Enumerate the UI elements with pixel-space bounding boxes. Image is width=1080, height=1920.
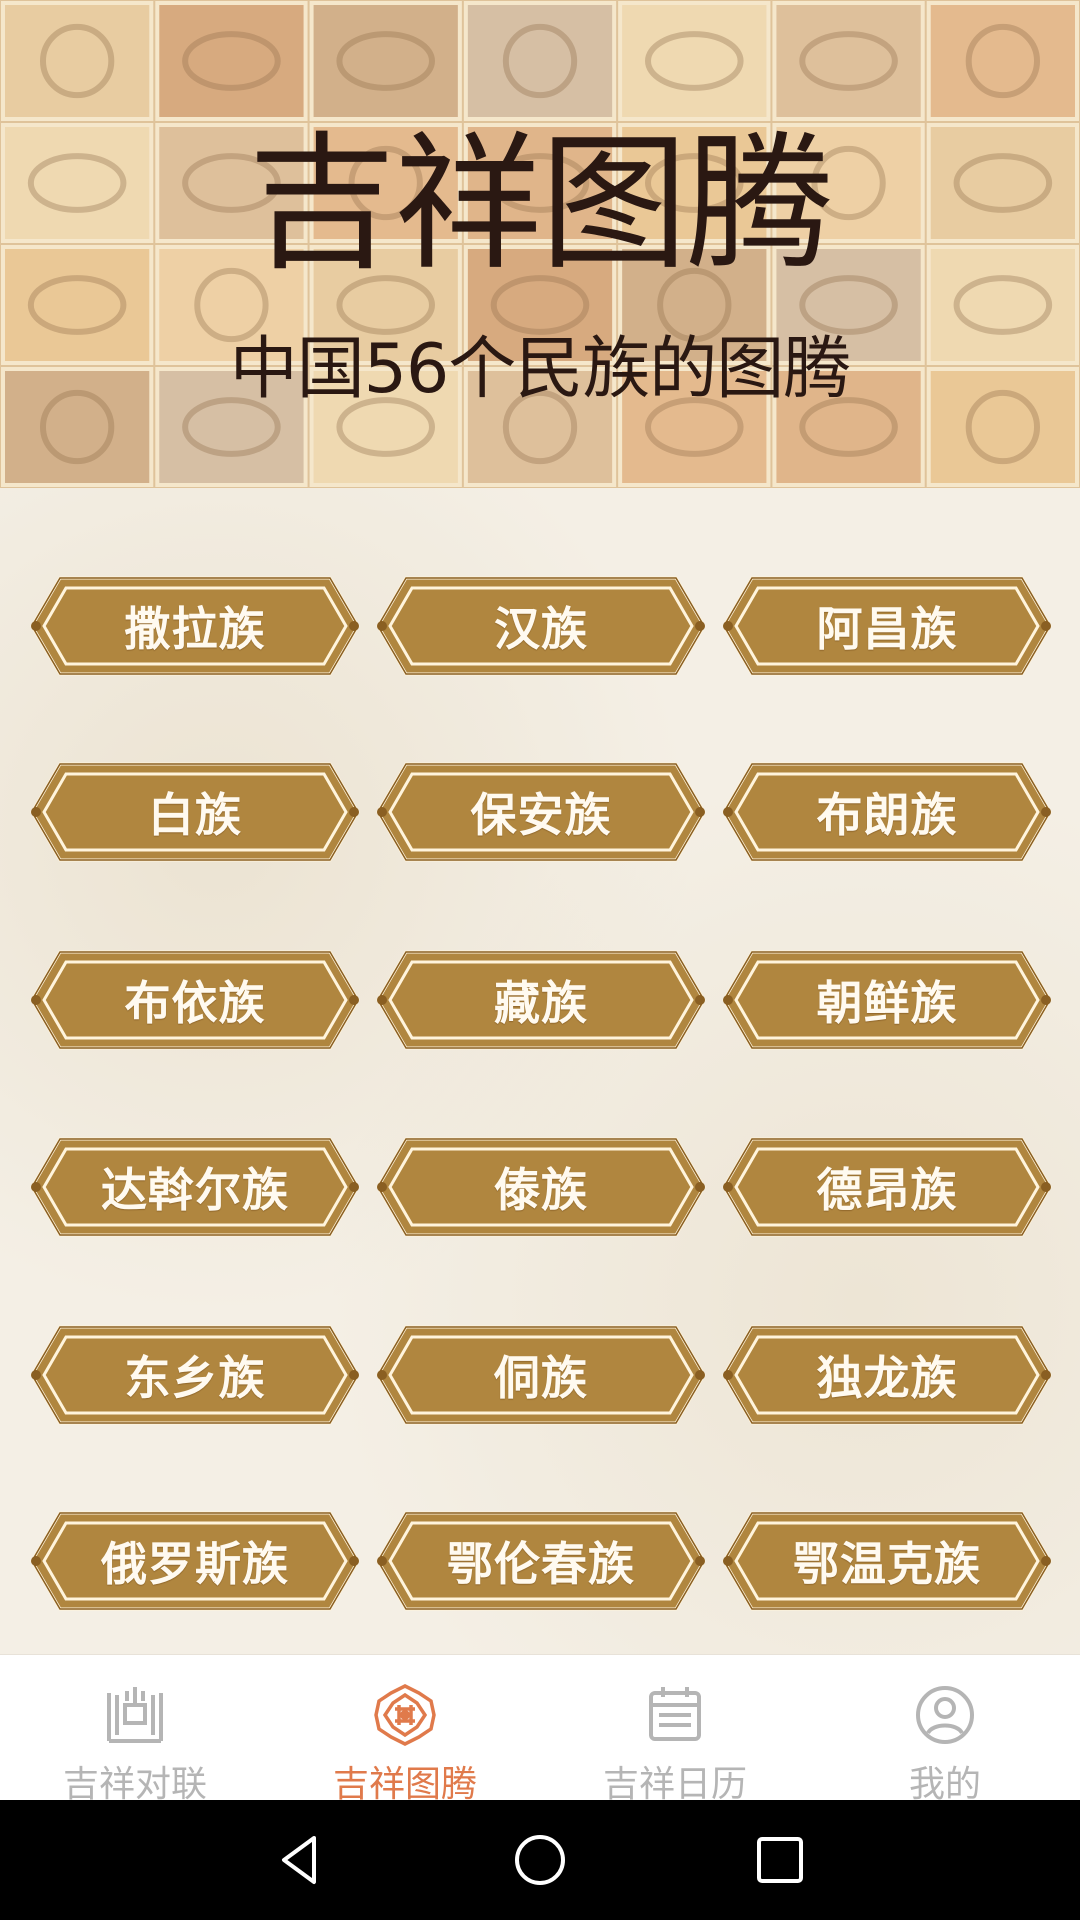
- ethnic-group-grid: 撒拉族 汉族 阿昌族白族 保安族 布朗族布依族 藏族 朝鲜族达斡尔族 傣族 德昂族东乡族 侗族 独龙…: [0, 488, 1080, 1654]
- profile-icon: [916, 1686, 974, 1744]
- ethnic-group-label: 布依族: [124, 976, 266, 1030]
- system-navigation-bar: [0, 1800, 1080, 1920]
- bottom-tab-bar: 吉祥对联 吉祥图腾 吉祥日历 我的: [0, 1654, 1080, 1805]
- ethnic-group-button[interactable]: 独龙族: [722, 1323, 1052, 1427]
- ethnic-group-label: 达斡尔族: [101, 1163, 289, 1217]
- ethnic-group-button[interactable]: 鄂温克族: [722, 1509, 1052, 1613]
- tab-profile[interactable]: 我的: [810, 1655, 1080, 1805]
- ethnic-group-button[interactable]: 保安族: [376, 760, 706, 864]
- tab-calendar[interactable]: 吉祥日历: [540, 1655, 810, 1805]
- ethnic-group-label: 白族: [148, 788, 242, 842]
- tab-totems[interactable]: 吉祥图腾: [270, 1655, 540, 1805]
- ethnic-group-label: 保安族: [470, 788, 612, 842]
- back-triangle-icon[interactable]: [270, 1830, 330, 1890]
- ethnic-group-label: 德昂族: [816, 1163, 958, 1217]
- ethnic-group-button[interactable]: 白族: [30, 760, 360, 864]
- ethnic-group-button[interactable]: 德昂族: [722, 1135, 1052, 1239]
- ethnic-group-button[interactable]: 俄罗斯族: [30, 1509, 360, 1613]
- page-subtitle: 中国56个民族的图腾: [229, 330, 852, 409]
- couplet-gate-icon: [107, 1687, 163, 1743]
- ethnic-group-label: 俄罗斯族: [101, 1537, 289, 1591]
- ethnic-group-label: 藏族: [494, 976, 588, 1030]
- ethnic-group-button[interactable]: 鄂伦春族: [376, 1509, 706, 1613]
- calendar-icon: [649, 1687, 701, 1741]
- home-circle-icon[interactable]: [510, 1830, 570, 1890]
- totem-medallion-icon: [374, 1684, 436, 1746]
- ethnic-group-button[interactable]: 东乡族: [30, 1323, 360, 1427]
- page-title: 吉祥图腾: [248, 118, 834, 290]
- tab-couplets[interactable]: 吉祥对联: [0, 1655, 270, 1805]
- ethnic-group-button[interactable]: 藏族: [376, 948, 706, 1052]
- ethnic-group-label: 东乡族: [124, 1351, 266, 1405]
- ethnic-group-button[interactable]: 朝鲜族: [722, 948, 1052, 1052]
- ethnic-group-button[interactable]: 阿昌族: [722, 574, 1052, 678]
- recents-square-icon[interactable]: [750, 1830, 810, 1890]
- ethnic-group-button[interactable]: 布依族: [30, 948, 360, 1052]
- ethnic-group-label: 朝鲜族: [816, 976, 958, 1030]
- ethnic-group-button[interactable]: 达斡尔族: [30, 1135, 360, 1239]
- ethnic-group-label: 独龙族: [816, 1351, 958, 1405]
- ethnic-group-label: 侗族: [494, 1351, 588, 1405]
- ethnic-group-button[interactable]: 侗族: [376, 1323, 706, 1427]
- header-banner: 吉祥图腾 中国56个民族的图腾: [0, 0, 1080, 488]
- ethnic-group-button[interactable]: 傣族: [376, 1135, 706, 1239]
- ethnic-group-label: 鄂温克族: [793, 1537, 981, 1591]
- ethnic-group-label: 阿昌族: [816, 602, 958, 656]
- ethnic-group-label: 鄂伦春族: [447, 1537, 635, 1591]
- ethnic-group-label: 汉族: [494, 602, 588, 656]
- ethnic-group-button[interactable]: 布朗族: [722, 760, 1052, 864]
- ethnic-group-button[interactable]: 汉族: [376, 574, 706, 678]
- ethnic-group-button[interactable]: 撒拉族: [30, 574, 360, 678]
- ethnic-group-label: 傣族: [494, 1163, 588, 1217]
- ethnic-group-label: 撒拉族: [124, 602, 266, 656]
- ethnic-group-label: 布朗族: [816, 788, 958, 842]
